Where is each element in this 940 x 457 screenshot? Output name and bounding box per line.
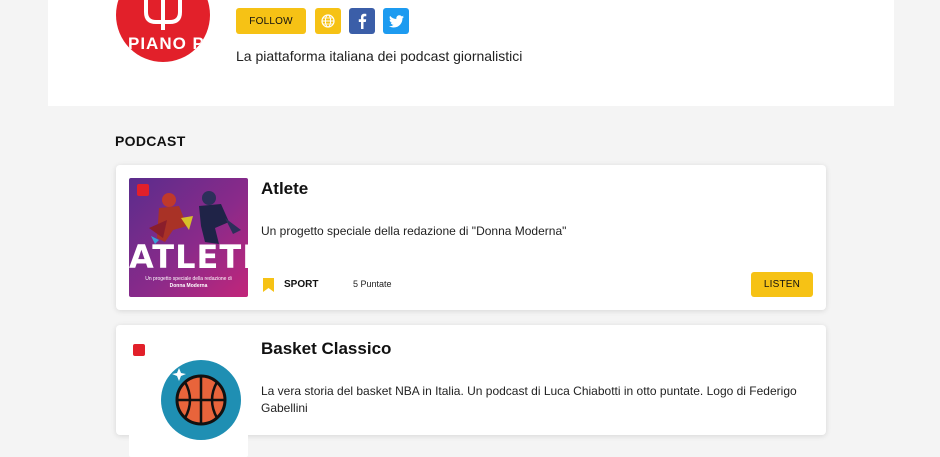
podcast-cover[interactable]: [129, 338, 248, 457]
twitter-link[interactable]: [383, 8, 409, 34]
facebook-link[interactable]: [349, 8, 375, 34]
section-title: PODCAST: [115, 133, 186, 149]
cover-brand: Donna Moderna: [169, 283, 208, 289]
podcast-card[interactable]: ATLETE Un progetto speciale della redazi…: [116, 165, 826, 310]
podcast-title[interactable]: Basket Classico: [261, 339, 391, 359]
cover-title: ATLETE: [129, 238, 248, 276]
podcast-card[interactable]: Basket Classico La vera storia del baske…: [116, 325, 826, 457]
globe-icon: [321, 14, 335, 28]
listen-button[interactable]: LISTEN: [751, 272, 813, 297]
podcast-title[interactable]: Atlete: [261, 179, 308, 199]
follow-button[interactable]: FOLLOW: [236, 8, 306, 34]
twitter-icon: [388, 14, 404, 27]
episode-count: 5 Puntate: [353, 279, 392, 289]
cover-subtitle-text: Un progetto speciale della redazione di: [145, 276, 232, 282]
podcast-description: La vera storia del basket NBA in Italia.…: [261, 384, 797, 415]
basketball-icon: [161, 360, 241, 440]
podcast-category: SPORT: [284, 279, 319, 290]
bookmark-icon[interactable]: [263, 278, 274, 292]
podcast-cover[interactable]: ATLETE Un progetto speciale della redazi…: [129, 178, 248, 297]
network-logo: PIANO P: [116, 0, 210, 62]
facebook-icon: [358, 13, 367, 29]
podcast-description: Un progetto speciale della redazione di …: [261, 224, 567, 238]
logo-wordmark: PIANO P: [128, 34, 205, 53]
website-link[interactable]: [315, 8, 341, 34]
network-tagline: La piattaforma italiana dei podcast gior…: [236, 48, 523, 64]
cover-subtitle: Un progetto speciale della redazione di …: [129, 276, 248, 290]
